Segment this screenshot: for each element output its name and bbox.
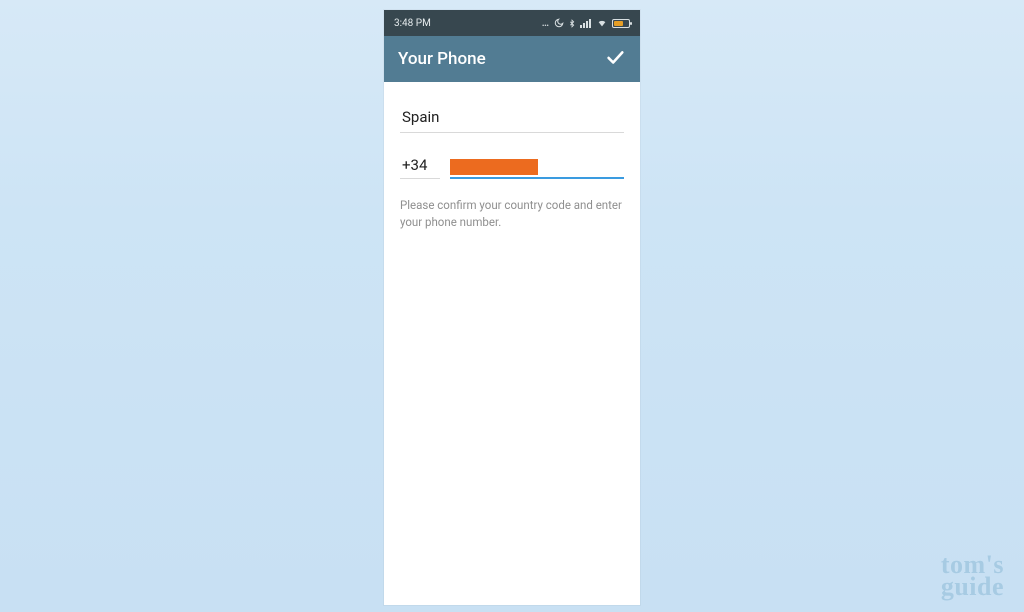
confirm-button[interactable] (604, 46, 626, 72)
country-select[interactable]: Spain (400, 100, 624, 133)
bluetooth-icon (568, 18, 576, 29)
phone-row: +34 (400, 155, 624, 179)
content-area: Spain +34 Please confirm your country co… (384, 82, 640, 605)
battery-icon (612, 19, 630, 28)
redaction-block (450, 159, 538, 175)
wifi-icon (596, 18, 608, 28)
watermark-line2: guide (941, 572, 1004, 601)
hint-text: Please confirm your country code and ent… (400, 197, 624, 232)
cellular-signal-icon (580, 19, 592, 28)
phone-number-input[interactable] (450, 155, 624, 179)
watermark-logo: tom's guide (941, 550, 1004, 602)
status-icons: … (542, 18, 630, 29)
dial-code-input[interactable]: +34 (400, 156, 440, 179)
page-title: Your Phone (398, 49, 486, 69)
app-bar: Your Phone (384, 36, 640, 82)
status-time: 3:48 PM (394, 18, 431, 29)
more-icon: … (542, 18, 550, 29)
android-status-bar: 3:48 PM … (384, 10, 640, 36)
dnd-moon-icon (554, 18, 564, 28)
stage: 3:48 PM … Your Phone (0, 0, 1024, 612)
phone-frame: 3:48 PM … Your Phone (384, 10, 640, 605)
